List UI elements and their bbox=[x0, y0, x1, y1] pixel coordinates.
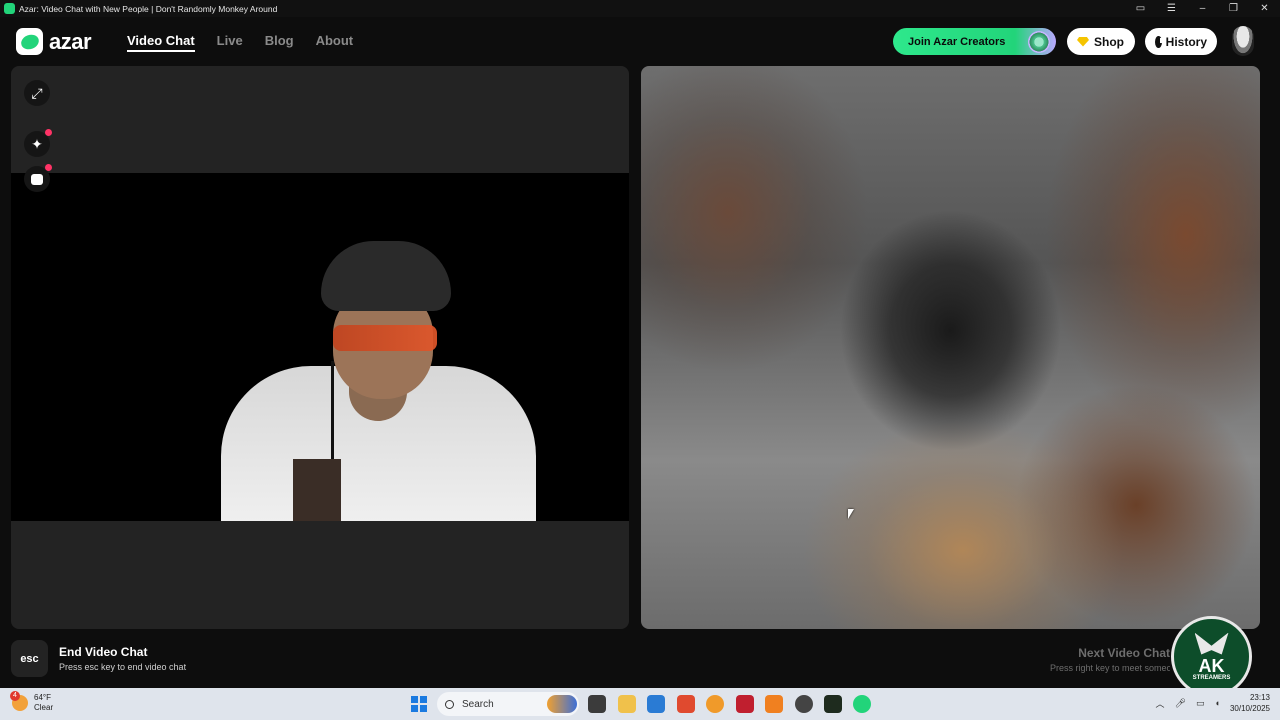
window-title-bar: Azar: Video Chat with New People | Don't… bbox=[0, 0, 1280, 17]
microphone-icon[interactable]: 🎤︎ bbox=[1175, 698, 1186, 709]
next-chat-title: Next Video Chat bbox=[1078, 646, 1170, 660]
phoenix-logo-icon bbox=[1194, 632, 1229, 655]
nav-link-about[interactable]: About bbox=[316, 33, 354, 52]
face-filter-icon[interactable] bbox=[24, 164, 52, 192]
end-chat-title: End Video Chat bbox=[59, 645, 148, 659]
close-button[interactable]: ✕ bbox=[1249, 0, 1280, 17]
weather-condition: Clear bbox=[34, 703, 54, 712]
clock-icon bbox=[1155, 35, 1162, 48]
weather-icon: 4 bbox=[10, 691, 28, 711]
local-video-panel bbox=[11, 66, 629, 629]
taskbar-clock[interactable]: 23:13 30/10/2025 bbox=[1230, 692, 1270, 714]
app-icon[interactable] bbox=[765, 695, 783, 713]
camera-icon bbox=[1028, 31, 1050, 53]
date: 30/10/2025 bbox=[1229, 704, 1270, 713]
azar-logo-icon bbox=[16, 28, 43, 55]
temperature: 64°F bbox=[34, 693, 51, 702]
app-icon[interactable] bbox=[736, 695, 754, 713]
nav-link-video-chat[interactable]: Video Chat bbox=[127, 33, 195, 52]
top-navigation: azar Video Chat Live Blog About Join Aza… bbox=[0, 17, 1280, 65]
local-camera-feed bbox=[11, 173, 629, 521]
obs-icon[interactable] bbox=[795, 695, 813, 713]
esc-key-button[interactable]: esc bbox=[11, 640, 48, 677]
notification-app-icon[interactable] bbox=[706, 695, 724, 713]
search-icon bbox=[445, 699, 454, 709]
system-tray: ︿ 🎤︎ ▭ ◖ 23:13 30/10/2025 bbox=[1156, 692, 1270, 714]
next-chat-hint[interactable]: Next Video Chat Press right key to meet … bbox=[1050, 646, 1170, 673]
history-button[interactable]: History bbox=[1145, 28, 1217, 55]
mouse-cursor bbox=[848, 509, 854, 519]
network-icon[interactable]: ▭ bbox=[1196, 698, 1205, 709]
weather-widget[interactable]: 4 64°F Clear bbox=[10, 691, 54, 713]
nav-link-live[interactable]: Live bbox=[217, 33, 243, 52]
time: 23:13 bbox=[1249, 693, 1270, 702]
nav-link-blog[interactable]: Blog bbox=[265, 33, 294, 52]
end-chat-hint[interactable]: esc End Video Chat Press esc key to end … bbox=[11, 640, 186, 677]
brand-name: azar bbox=[49, 28, 92, 54]
search-highlight-icon bbox=[547, 695, 577, 713]
watermark-ak: AK bbox=[1198, 655, 1225, 676]
notification-dot bbox=[45, 129, 52, 136]
gem-icon bbox=[1077, 36, 1089, 47]
azar-logo[interactable]: azar bbox=[16, 28, 92, 55]
weather-badge: 4 bbox=[10, 691, 20, 701]
azar-taskbar-icon[interactable] bbox=[853, 695, 871, 713]
restore-button[interactable]: ❐ bbox=[1218, 0, 1249, 17]
expand-icon[interactable]: ⤢ bbox=[24, 80, 50, 106]
next-chat-subtitle: Press right key to meet someone new bbox=[1050, 663, 1170, 673]
notification-dot bbox=[45, 164, 52, 171]
windows-start-icon[interactable] bbox=[411, 696, 427, 712]
local-user-figure bbox=[221, 241, 536, 521]
window-title: Azar: Video Chat with New People | Don't… bbox=[19, 3, 278, 14]
sparkle-effects-icon[interactable]: ✦ bbox=[24, 129, 52, 157]
user-avatar[interactable] bbox=[1232, 26, 1254, 56]
file-explorer-icon[interactable] bbox=[618, 695, 636, 713]
chevron-up-icon[interactable]: ︿ bbox=[1156, 697, 1165, 710]
nav-links: Video Chat Live Blog About bbox=[127, 33, 375, 52]
remote-video-panel bbox=[641, 66, 1260, 629]
join-creators-button[interactable]: Join Azar Creators bbox=[893, 28, 1056, 55]
watermark-streamers: STREAMERS bbox=[1192, 674, 1231, 681]
end-chat-subtitle: Press esc key to end video chat bbox=[59, 662, 187, 672]
volume-icon[interactable]: ◖ bbox=[1215, 698, 1220, 708]
azar-app-icon bbox=[4, 3, 15, 14]
window-controls: ▭ ☰ – ❐ ✕ bbox=[1125, 0, 1280, 17]
cast-icon[interactable]: ▭ bbox=[1125, 0, 1156, 17]
brave-browser-icon[interactable] bbox=[677, 695, 695, 713]
search-placeholder: Search bbox=[462, 698, 494, 710]
terminal-icon[interactable] bbox=[824, 695, 842, 713]
minimize-button[interactable]: – bbox=[1187, 0, 1218, 17]
taskbar-search[interactable]: Search bbox=[437, 692, 579, 716]
ak-streamers-watermark: AK STREAMERS bbox=[1171, 616, 1252, 697]
shop-button[interactable]: Shop bbox=[1067, 28, 1135, 55]
windows-taskbar: 4 64°F Clear Search ︿ 🎤︎ ▭ ◖ 23:13 30/10… bbox=[0, 688, 1280, 720]
task-view-icon[interactable] bbox=[588, 695, 606, 713]
menu-icon[interactable]: ☰ bbox=[1156, 0, 1187, 17]
shop-label: Shop bbox=[1094, 34, 1124, 49]
history-label: History bbox=[1165, 34, 1207, 49]
store-icon[interactable] bbox=[647, 695, 665, 713]
join-creators-label: Join Azar Creators bbox=[908, 35, 1006, 48]
